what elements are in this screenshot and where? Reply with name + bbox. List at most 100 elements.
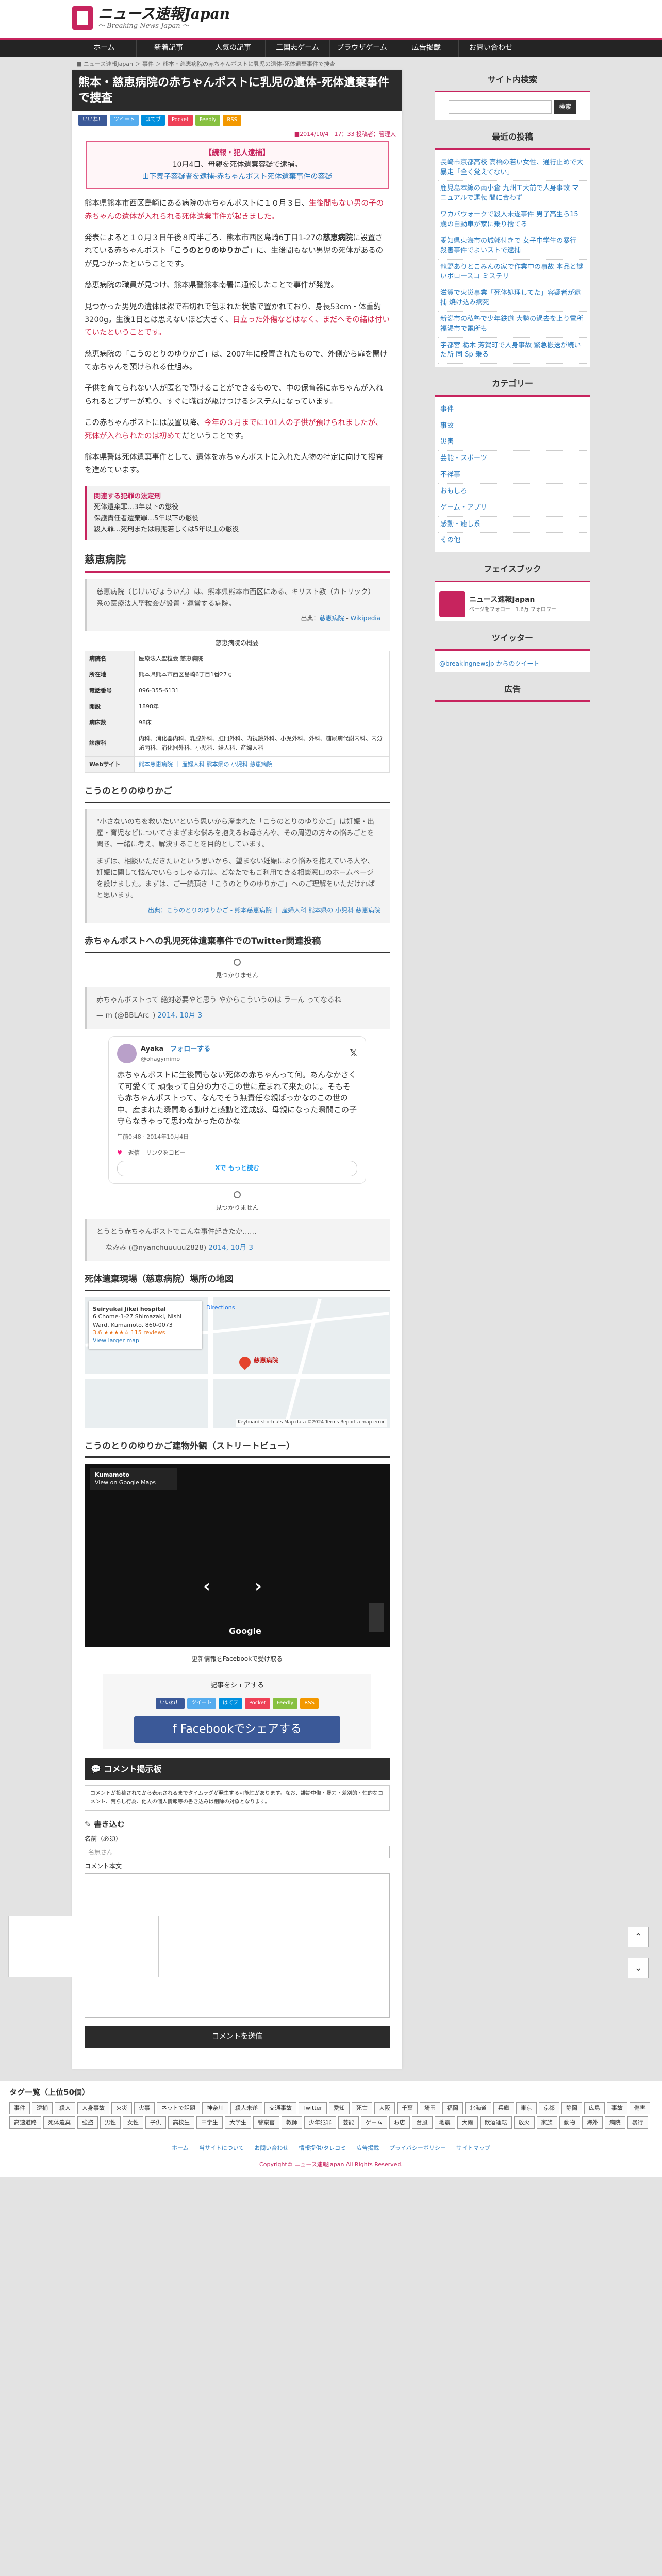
tag-item[interactable]: 男性 bbox=[100, 2116, 121, 2129]
tag-item[interactable]: 北海道 bbox=[465, 2102, 491, 2114]
facebook-follow[interactable]: ページをフォロー 1.6万 フォロワー bbox=[469, 606, 556, 615]
tag-item[interactable]: Twitter bbox=[299, 2102, 327, 2114]
footer-link-privacy[interactable]: プライバシーポリシー bbox=[389, 2144, 446, 2153]
nav-item-new[interactable]: 新着記事 bbox=[137, 40, 201, 57]
tag-item[interactable]: 交通事故 bbox=[264, 2102, 296, 2114]
tag-item[interactable]: 火事 bbox=[134, 2102, 155, 2114]
nav-item-browser-game[interactable]: ブラウザゲーム bbox=[330, 40, 394, 57]
tag-item[interactable]: 放火 bbox=[514, 2116, 535, 2129]
nav-item-sangokushi[interactable]: 三国志ゲーム bbox=[266, 40, 330, 57]
map-footer[interactable]: Keyboard shortcuts Map data ©2024 Terms … bbox=[236, 1419, 387, 1427]
share-feedly-button[interactable]: Feedly bbox=[272, 1698, 298, 1709]
tag-item[interactable]: 少年犯罪 bbox=[304, 2116, 336, 2129]
share-hatena-button[interactable]: はてブ bbox=[218, 1698, 242, 1709]
tag-item[interactable]: 福岡 bbox=[442, 2102, 463, 2114]
copy-link-button[interactable]: リンクをコピー bbox=[146, 1148, 186, 1158]
tag-item[interactable]: 事故 bbox=[606, 2102, 627, 2114]
tag-item[interactable]: 死亡 bbox=[351, 2102, 372, 2114]
x-logo-icon[interactable]: 𝕏 bbox=[350, 1046, 357, 1061]
view-larger-map-link[interactable]: View larger map bbox=[93, 1337, 139, 1344]
tag-item[interactable]: 強盗 bbox=[77, 2116, 98, 2129]
tag-item[interactable]: 家族 bbox=[536, 2116, 557, 2129]
source-link-wikipedia[interactable]: Wikipedia bbox=[350, 615, 380, 622]
tweet-time[interactable]: 午前0:48 · 2014年10月4日 bbox=[117, 1132, 357, 1145]
tag-item[interactable]: 事件 bbox=[9, 2102, 30, 2114]
site-logo[interactable]: ニュース速報Japan ～ Breaking News Japan ～ bbox=[72, 6, 230, 30]
facebook-update-note[interactable]: 更新情報をFacebookで受け取る bbox=[72, 1654, 402, 1665]
share-pocket-button[interactable]: Pocket bbox=[244, 1698, 270, 1709]
tag-item[interactable]: 子供 bbox=[145, 2116, 166, 2129]
nav-item-ads[interactable]: 広告掲載 bbox=[394, 40, 459, 57]
tag-item[interactable]: 暴行 bbox=[627, 2116, 648, 2129]
tag-item[interactable]: 大阪 bbox=[374, 2102, 395, 2114]
tag-item[interactable]: 中学生 bbox=[196, 2116, 223, 2129]
footer-link-about[interactable]: 当サイトについて bbox=[199, 2144, 244, 2153]
google-map[interactable]: Seiryukai Jikei hospital 6 Chome-1-27 Sh… bbox=[85, 1296, 390, 1428]
share-facebook-button[interactable]: いいね！ bbox=[78, 115, 107, 126]
zoom-control[interactable] bbox=[369, 1602, 384, 1632]
footer-link-tips[interactable]: 情報提供/タレコミ bbox=[299, 2144, 346, 2153]
tag-item[interactable]: 愛知 bbox=[328, 2102, 350, 2114]
arrow-right-icon[interactable]: › bbox=[255, 1572, 262, 1601]
comment-submit-button[interactable]: コメントを送信 bbox=[85, 2025, 390, 2048]
tag-item[interactable]: 東京 bbox=[516, 2102, 537, 2114]
tag-item[interactable]: 殺人未遂 bbox=[230, 2102, 262, 2114]
tag-item[interactable]: 地震 bbox=[434, 2116, 455, 2129]
tag-item[interactable]: 広島 bbox=[584, 2102, 605, 2114]
tag-item[interactable]: 人身事故 bbox=[77, 2102, 109, 2114]
facebook-page-name[interactable]: ニュース速報Japan bbox=[469, 596, 535, 604]
tag-item[interactable]: 傷害 bbox=[629, 2102, 650, 2114]
tag-item[interactable]: 病院 bbox=[604, 2116, 625, 2129]
footer-link-home[interactable]: ホーム bbox=[172, 2144, 189, 2153]
tag-item[interactable]: 警察官 bbox=[253, 2116, 279, 2129]
tag-item[interactable]: 埼玉 bbox=[419, 2102, 440, 2114]
tag-item[interactable]: お店 bbox=[389, 2116, 410, 2129]
tag-item[interactable]: 千葉 bbox=[396, 2102, 418, 2114]
footer-link-sitemap[interactable]: サイトマップ bbox=[456, 2144, 490, 2153]
share-feedly-button[interactable]: Feedly bbox=[195, 115, 221, 126]
sidebar-search-input[interactable] bbox=[448, 100, 552, 114]
share-pocket-button[interactable]: Pocket bbox=[168, 115, 193, 126]
cradle-source-link[interactable]: 出典：こうのとりのゆりかご - 熊本慈恵病院 ｜ 産婦人科 熊本県の 小児科 慈… bbox=[148, 907, 380, 914]
heart-icon[interactable]: ♥ bbox=[117, 1148, 122, 1158]
tweet-date-link[interactable]: 2014, 10月 3 bbox=[158, 1011, 203, 1020]
tag-item[interactable]: 逮捕 bbox=[32, 2102, 53, 2114]
share-rss-button[interactable]: RSS bbox=[300, 1698, 319, 1709]
tag-item[interactable]: 静岡 bbox=[561, 2102, 582, 2114]
tweet-date-link[interactable]: 2014, 10月 3 bbox=[208, 1244, 253, 1252]
scroll-up-icon[interactable]: ⌃ bbox=[628, 1927, 649, 1947]
tag-item[interactable]: 海外 bbox=[582, 2116, 603, 2129]
facebook-page-icon[interactable] bbox=[439, 591, 465, 617]
sidebar-search-button[interactable]: 検索 bbox=[553, 100, 576, 114]
directions-button[interactable]: Directions bbox=[206, 1303, 235, 1312]
map-pin-icon[interactable] bbox=[237, 1354, 253, 1370]
name-input[interactable]: 名無さん bbox=[85, 1845, 390, 1858]
tag-item[interactable]: 台風 bbox=[411, 2116, 433, 2129]
tag-item[interactable]: 高校生 bbox=[168, 2116, 194, 2129]
tag-item[interactable]: 教師 bbox=[282, 2116, 302, 2129]
breadcrumb[interactable]: ■ ニュース速報Japan ＞ 事件 ＞ 熊本・慈恵病院の赤ちゃんポストに乳児の… bbox=[76, 59, 662, 70]
tag-item[interactable]: 女性 bbox=[123, 2116, 143, 2129]
source-link-hospital[interactable]: 慈恵病院 bbox=[319, 615, 344, 622]
facebook-share-button[interactable]: f Facebookでシェアする bbox=[134, 1716, 340, 1743]
street-view[interactable]: Kumamoto View on Google Maps ‹ › Google bbox=[85, 1463, 390, 1647]
tag-item[interactable]: 殺人 bbox=[55, 2102, 75, 2114]
notice-link[interactable]: 山下舞子容疑者を逮捕-赤ちゃんポスト死体遺棄事件の容疑 bbox=[142, 173, 332, 181]
tag-item[interactable]: 火災 bbox=[111, 2102, 132, 2114]
tag-item[interactable]: 死体遺棄 bbox=[43, 2116, 75, 2129]
share-rss-button[interactable]: RSS bbox=[223, 115, 242, 126]
share-hatena-button[interactable]: はてブ bbox=[141, 115, 165, 126]
tag-item[interactable]: 芸能 bbox=[338, 2116, 359, 2129]
tag-item[interactable]: 大学生 bbox=[225, 2116, 251, 2129]
tag-item[interactable]: 動物 bbox=[559, 2116, 580, 2129]
follow-button[interactable]: フォローする bbox=[170, 1045, 210, 1053]
tag-item[interactable]: 京都 bbox=[538, 2102, 559, 2114]
nav-item-popular[interactable]: 人気の記事 bbox=[201, 40, 266, 57]
arrow-left-icon[interactable]: ‹ bbox=[203, 1572, 210, 1601]
twitter-timeline-link[interactable]: @breakingnewsjp からのツイート bbox=[439, 660, 539, 667]
share-twitter-button[interactable]: ツイート bbox=[110, 115, 139, 126]
tag-item[interactable]: 大雨 bbox=[457, 2116, 478, 2129]
nav-item-contact[interactable]: お問い合わせ bbox=[459, 40, 523, 57]
tag-item[interactable]: 神奈川 bbox=[202, 2102, 228, 2114]
footer-link-ads[interactable]: 広告掲載 bbox=[356, 2144, 379, 2153]
